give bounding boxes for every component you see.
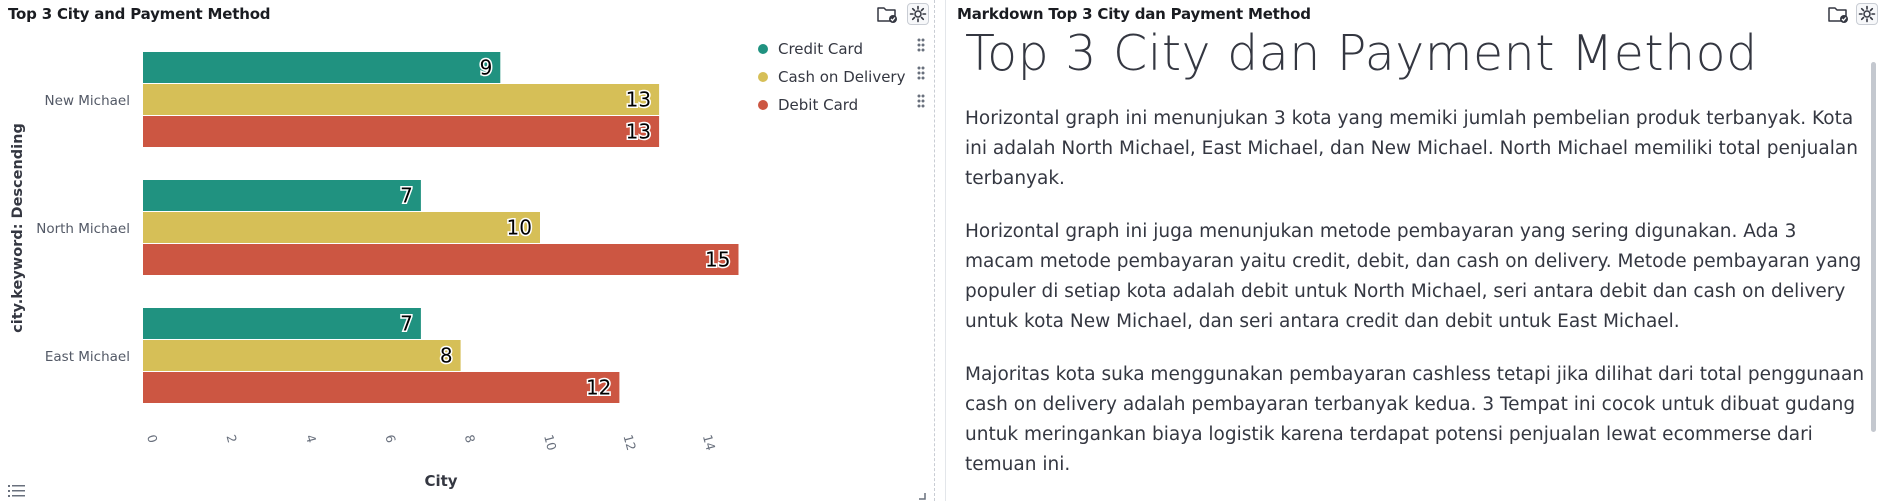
legend-dot [758, 72, 768, 82]
legend-item-menu-icon[interactable] [917, 66, 925, 80]
bar-value-label: 7 [400, 312, 413, 336]
value-tick-label: 6 [382, 433, 399, 445]
value-tick-label: 12 [621, 433, 640, 452]
gear-icon[interactable] [1856, 3, 1878, 25]
value-tick-label: 0 [144, 433, 161, 445]
bar-north-michael-debit-card[interactable] [143, 244, 739, 275]
bar-value-label: 12 [586, 376, 611, 400]
value-tick-label: 14 [700, 433, 719, 452]
bar-north-michael-credit-card[interactable] [143, 180, 421, 211]
markdown-scrollbar[interactable] [1871, 62, 1876, 432]
category-tick-label: New Michael [45, 93, 130, 109]
markdown-content: Top 3 City dan Payment Method Horizontal… [965, 26, 1865, 501]
y-axis-label: city.keyword: Descending [10, 123, 26, 333]
bar-value-label: 10 [507, 216, 532, 240]
markdown-heading: Top 3 City dan Payment Method [965, 25, 1758, 82]
bar-new-michael-credit-card[interactable] [143, 52, 501, 83]
list-icon[interactable] [8, 484, 26, 498]
bar-new-michael-debit-card[interactable] [143, 116, 660, 147]
chart-legend: Credit Card Cash on Delivery Debit Card [758, 35, 905, 119]
legend-item-menu-icon[interactable] [917, 38, 925, 52]
bar-value-label: 8 [440, 344, 453, 368]
chart-panel: Top 3 City and Payment Method 9 13 13 7 10 15… [0, 0, 932, 501]
bar-east-michael-credit-card[interactable] [143, 308, 421, 339]
legend-label: Credit Card [778, 40, 863, 58]
markdown-paragraph: Horizontal graph ini menunjukan 3 kota y… [965, 108, 1858, 189]
bar-value-label: 9 [480, 56, 493, 80]
bar-east-michael-debit-card[interactable] [143, 372, 620, 403]
bar-value-label: 15 [705, 248, 730, 272]
value-tick-label: 8 [462, 433, 479, 445]
category-tick-label: North Michael [36, 221, 130, 237]
category-tick-label: East Michael [45, 349, 130, 365]
markdown-panel-title: Markdown Top 3 City dan Payment Method [957, 5, 1311, 23]
bar-north-michael-cash-on-delivery[interactable] [143, 212, 540, 243]
x-axis-label: City [424, 472, 457, 490]
bar-value-label: 7 [400, 184, 413, 208]
resize-handle-icon[interactable] [918, 492, 926, 500]
legend-item-debit-card[interactable]: Debit Card [758, 91, 905, 119]
legend-label: Cash on Delivery [778, 68, 906, 86]
panel-divider[interactable] [934, 0, 935, 501]
legend-item-credit-card[interactable]: Credit Card [758, 35, 905, 63]
legend-item-menu-icon[interactable] [917, 94, 925, 108]
bar-value-label: 13 [626, 88, 651, 112]
value-tick-label: 2 [224, 433, 241, 445]
legend-label: Debit Card [778, 96, 859, 114]
value-tick-label: 4 [303, 433, 320, 445]
bar-new-michael-cash-on-delivery[interactable] [143, 84, 660, 115]
markdown-paragraph: Horizontal graph ini juga menunjukan met… [965, 221, 1862, 332]
value-tick-label: 10 [541, 433, 560, 452]
markdown-paragraph: Majoritas kota suka menggunakan pembayar… [965, 364, 1865, 475]
legend-dot [758, 100, 768, 110]
panel-border [945, 0, 946, 501]
bar-east-michael-cash-on-delivery[interactable] [143, 340, 461, 371]
folder-check-icon[interactable] [1827, 3, 1849, 25]
legend-dot [758, 44, 768, 54]
legend-item-cash-on-delivery[interactable]: Cash on Delivery [758, 63, 905, 91]
bar-value-label: 13 [626, 120, 651, 144]
